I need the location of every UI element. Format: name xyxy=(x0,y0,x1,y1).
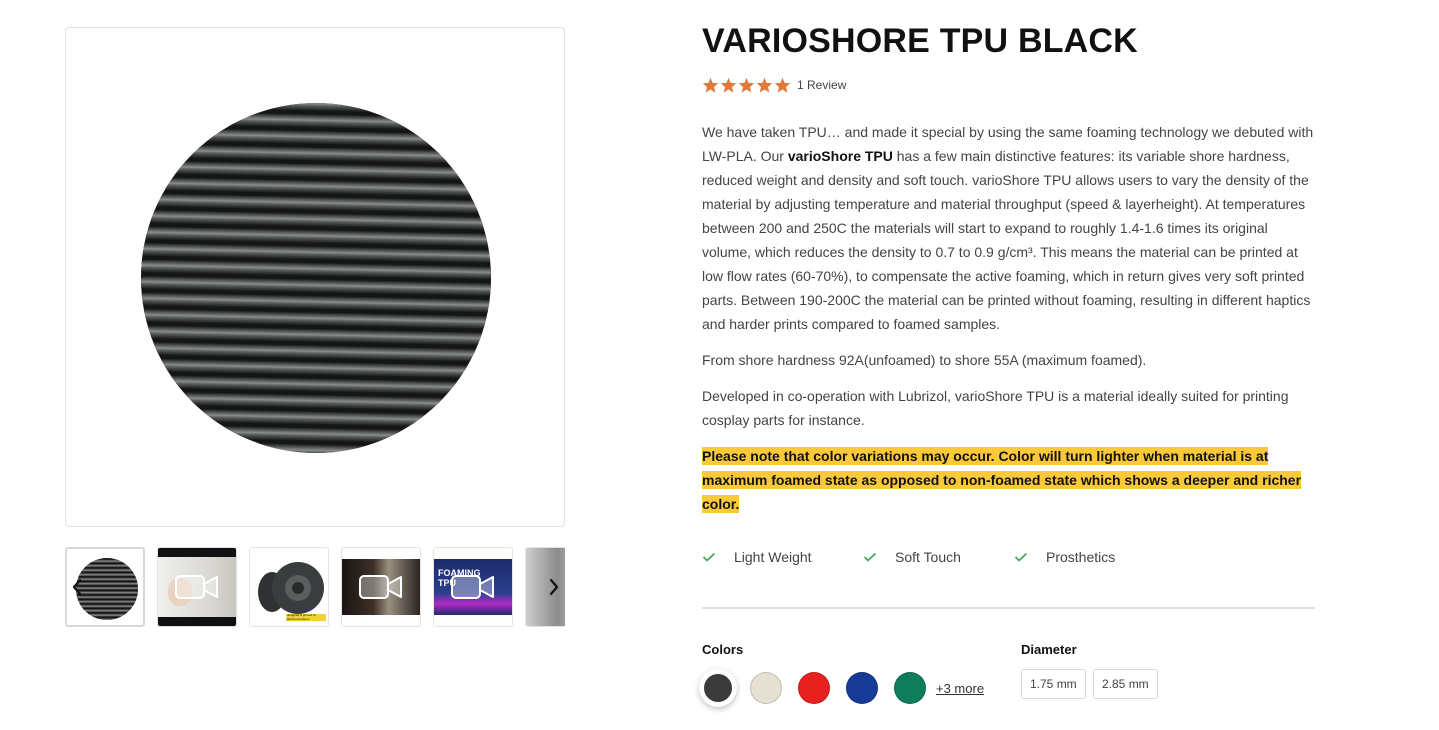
video-camera-icon xyxy=(359,575,402,599)
description-text: has a few main distinctive features: its… xyxy=(702,148,1311,332)
chevron-right-icon xyxy=(549,578,559,596)
more-colors-link[interactable]: +3 more xyxy=(936,681,984,696)
feature-label: Soft Touch xyxy=(895,549,961,565)
gallery-next-button[interactable] xyxy=(543,570,565,604)
product-description: We have taken TPU… and made it special b… xyxy=(702,120,1314,528)
rating-stars xyxy=(702,77,791,93)
feature-item: Prosthetics xyxy=(1014,549,1115,565)
thumbnail-strip: designed & printed by @drmonmetamo FOAMI… xyxy=(65,547,565,629)
check-icon xyxy=(863,552,877,562)
thumbnail-3[interactable]: designed & printed by @drmonmetamo xyxy=(249,547,329,627)
check-icon xyxy=(702,552,716,562)
product-title: VARIOSHORE TPU BLACK xyxy=(702,22,1138,60)
feature-item: Light Weight xyxy=(702,549,863,565)
color-swatch-green[interactable] xyxy=(894,672,926,704)
star-icon xyxy=(738,77,755,93)
color-swatch-natural[interactable] xyxy=(750,672,782,704)
star-icon xyxy=(774,77,791,93)
thumbnail-caption: designed & printed by @drmonmetamo xyxy=(287,614,317,621)
highlighted-note: Please note that color variations may oc… xyxy=(702,447,1302,513)
feature-item: Soft Touch xyxy=(863,549,1014,565)
video-camera-icon xyxy=(175,575,218,599)
description-paragraph-3: Developed in co-operation with Lubrizol,… xyxy=(702,388,1289,428)
color-swatch-blue[interactable] xyxy=(846,672,878,704)
thumbnail-5-video[interactable]: FOAMING TPU xyxy=(433,547,513,627)
colors-label: Colors xyxy=(702,642,744,657)
section-divider xyxy=(702,607,1315,609)
color-variation-note: Please note that color variations may oc… xyxy=(702,444,1314,516)
feature-label: Prosthetics xyxy=(1046,549,1116,565)
thumbnail-2-video[interactable] xyxy=(157,547,237,627)
star-icon xyxy=(756,77,773,93)
description-paragraph-2: From shore hardness 92A(unfoamed) to sho… xyxy=(702,352,1147,368)
video-camera-icon xyxy=(451,575,494,599)
diameter-option-1-75[interactable]: 1.75 mm xyxy=(1021,669,1086,699)
diameter-label: Diameter xyxy=(1021,642,1077,657)
description-paragraph-1: We have taken TPU… and made it special b… xyxy=(702,120,1314,336)
product-rating: 1 Review xyxy=(702,77,846,93)
main-product-image[interactable] xyxy=(65,27,565,527)
check-icon xyxy=(1014,552,1028,562)
filament-spool-image xyxy=(141,103,491,453)
gallery-prev-button[interactable] xyxy=(66,570,88,604)
thumbnail-4-video[interactable] xyxy=(341,547,421,627)
chevron-left-icon xyxy=(72,578,82,596)
description-bold-text: varioShore TPU xyxy=(787,148,893,164)
color-swatch-red[interactable] xyxy=(798,672,830,704)
star-icon xyxy=(720,77,737,93)
color-swatch-black[interactable] xyxy=(702,672,734,704)
star-icon xyxy=(702,77,719,93)
color-swatches: +3 more xyxy=(702,672,984,704)
feature-label: Light Weight xyxy=(734,549,812,565)
review-count-link[interactable]: 1 Review xyxy=(797,78,846,92)
feature-list: Light Weight Soft Touch Prosthetics xyxy=(702,549,1115,565)
diameter-option-2-85[interactable]: 2.85 mm xyxy=(1093,669,1158,699)
